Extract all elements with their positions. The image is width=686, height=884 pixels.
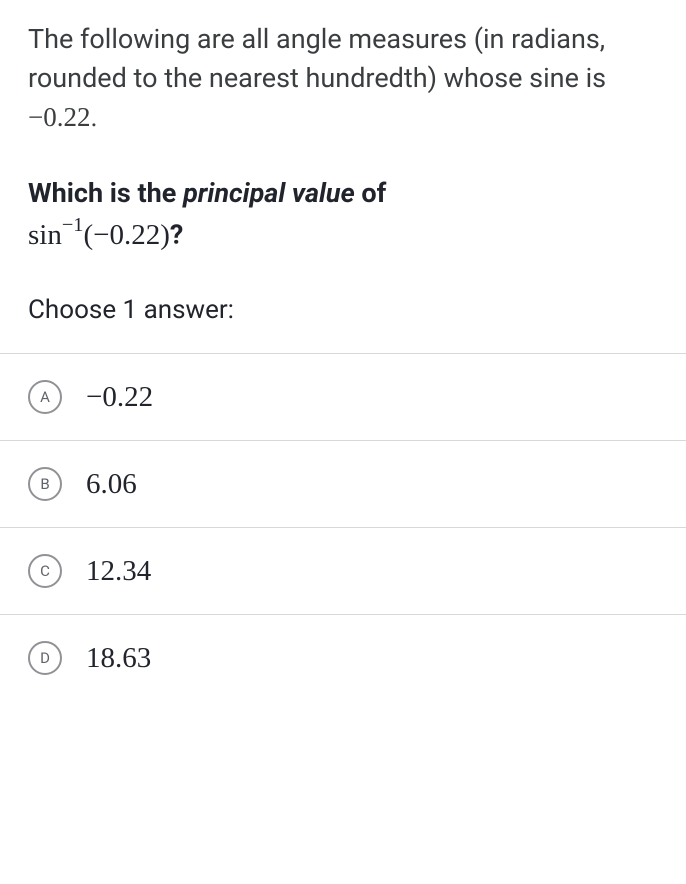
question-intro: The following are all angle measures (in…	[28, 20, 658, 137]
intro-value: −0.22	[28, 102, 90, 132]
option-text-d: 18.63	[86, 642, 151, 675]
expr-arg: (−0.22)	[83, 219, 169, 251]
intro-text-1: The following are all angle measures (in…	[28, 23, 606, 94]
option-text-b: 6.06	[86, 468, 137, 501]
option-text-a: −0.22	[86, 381, 153, 414]
option-c[interactable]: C 12.34	[0, 527, 686, 614]
intro-text-2: .	[90, 101, 97, 133]
option-letter-d: D	[28, 641, 62, 675]
option-b[interactable]: B 6.06	[0, 440, 686, 527]
expr-sup: −1	[62, 214, 84, 236]
main-emphasis: principal value	[183, 177, 355, 209]
option-a[interactable]: A −0.22	[0, 353, 686, 440]
option-letter-b: B	[28, 467, 62, 501]
choose-label: Choose 1 answer:	[28, 295, 658, 325]
option-d[interactable]: D 18.63	[0, 614, 686, 701]
option-letter-c: C	[28, 554, 62, 588]
question-main: Which is the principal value of sin−1(−0…	[28, 175, 658, 255]
option-letter-a: A	[28, 380, 62, 414]
option-text-c: 12.34	[86, 555, 151, 588]
math-expression: sin−1(−0.22)	[28, 219, 170, 251]
expr-end: ?	[170, 219, 183, 251]
expr-func: sin	[28, 219, 62, 251]
options-list: A −0.22 B 6.06 C 12.34 D 18.63	[0, 353, 686, 701]
main-text-2: of	[355, 177, 387, 209]
main-text-1: Which is the	[28, 177, 183, 209]
